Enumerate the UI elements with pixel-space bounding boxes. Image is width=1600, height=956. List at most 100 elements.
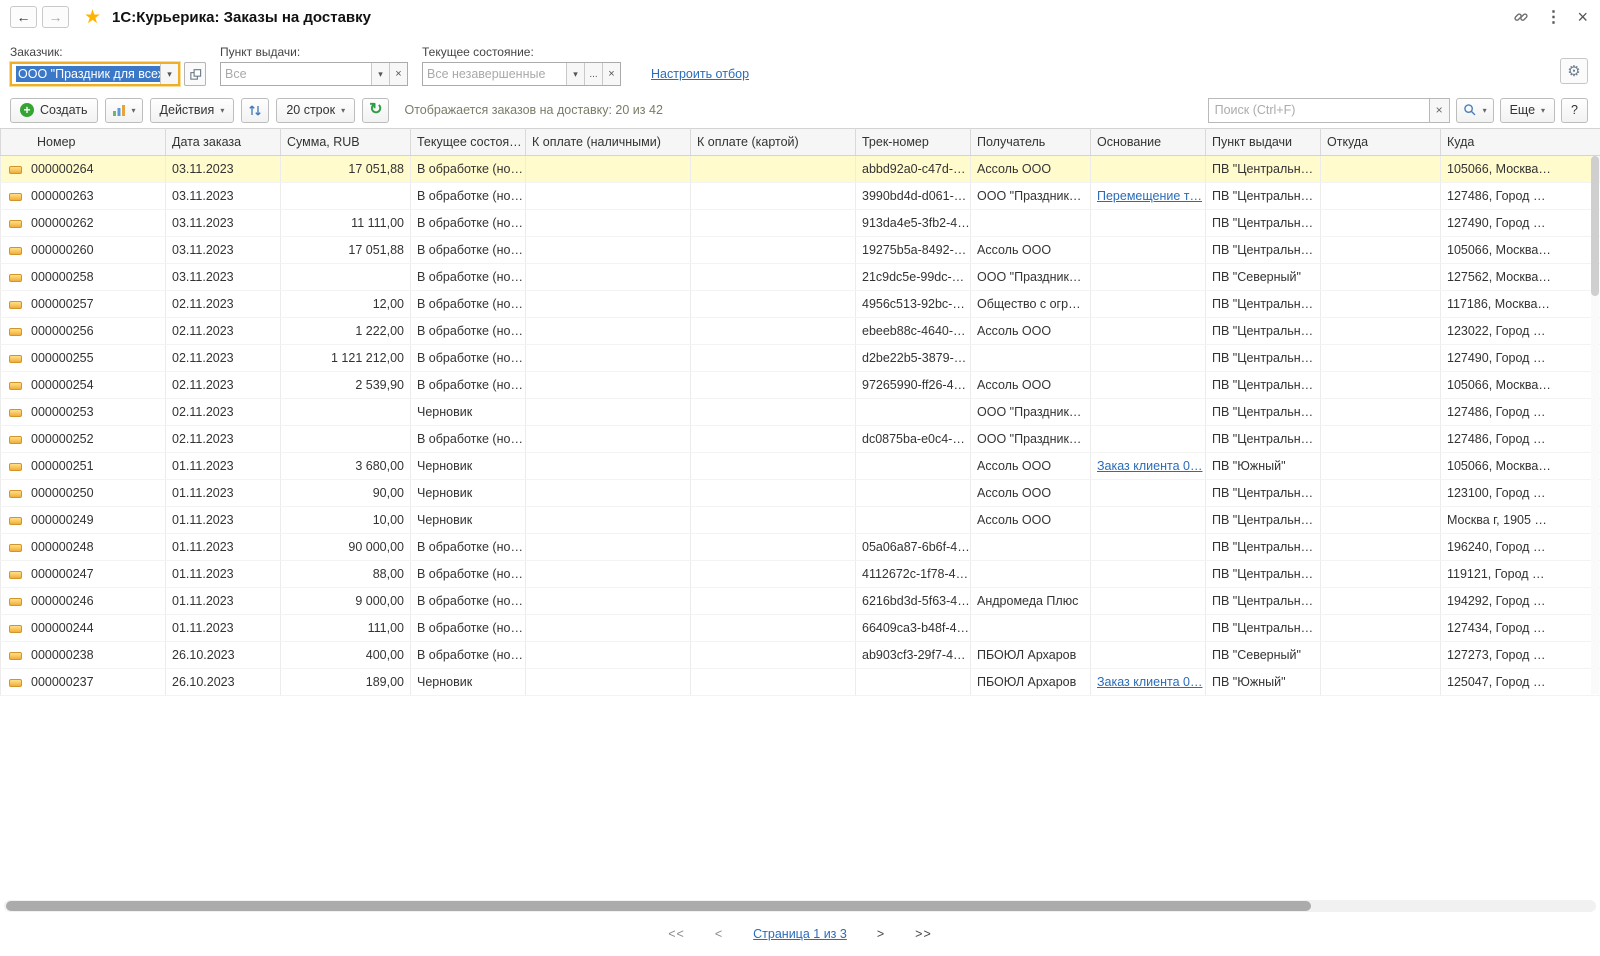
cell-basis[interactable]: Перемещение т… (1090, 182, 1206, 210)
cell-pickup[interactable]: ПВ "Центральн… (1205, 290, 1321, 318)
cell-state[interactable]: В обработке (но… (410, 317, 526, 345)
cell-cash[interactable] (525, 236, 691, 264)
cell-cash[interactable] (525, 479, 691, 507)
cell-from[interactable] (1320, 263, 1441, 291)
cell-basis[interactable] (1090, 371, 1206, 399)
cell-number[interactable]: 000000262 (0, 209, 166, 237)
cell-track[interactable] (855, 398, 971, 426)
table-row[interactable]: 000000244 01.11.2023 111,00 В обработке (но… (0, 614, 1600, 642)
cell-sum[interactable]: 17 051,88 (280, 236, 411, 264)
vertical-scrollbar-thumb[interactable] (1591, 156, 1599, 296)
cell-card[interactable] (690, 398, 856, 426)
cell-from[interactable] (1320, 479, 1441, 507)
cell-pickup[interactable]: ПВ "Центральн… (1205, 506, 1321, 534)
table-row[interactable]: 000000254 02.11.2023 2 539,90 В обработке (… (0, 371, 1600, 399)
actions-button[interactable]: Действия ▾ (149, 97, 235, 123)
cell-basis[interactable] (1090, 155, 1206, 183)
cell-track[interactable]: abbd92a0-c47d-… (855, 155, 971, 183)
customer-dropdown-icon[interactable]: ▾ (160, 64, 178, 84)
state-choose-icon[interactable]: ... (584, 63, 602, 85)
column-header[interactable]: Основание (1090, 128, 1206, 156)
cell-sum[interactable]: 111,00 (280, 614, 411, 642)
cell-basis[interactable] (1090, 290, 1206, 318)
table-row[interactable]: 000000255 02.11.2023 1 121 212,00 В обработ… (0, 344, 1600, 372)
cell-number[interactable]: 000000257 (0, 290, 166, 318)
cell-recipient[interactable] (970, 560, 1091, 588)
page-next-button[interactable]: > (877, 927, 885, 941)
cell-date[interactable]: 01.11.2023 (165, 506, 281, 534)
column-header[interactable]: Куда (1440, 128, 1600, 156)
cell-cash[interactable] (525, 668, 691, 696)
cell-number[interactable]: 000000258 (0, 263, 166, 291)
cell-sum[interactable]: 400,00 (280, 641, 411, 669)
cell-date[interactable]: 26.10.2023 (165, 668, 281, 696)
cell-cash[interactable] (525, 371, 691, 399)
cell-pickup[interactable]: ПВ "Северный" (1205, 263, 1321, 291)
cell-state[interactable]: Черновик (410, 452, 526, 480)
cell-to[interactable]: 105066, Москва… (1440, 371, 1600, 399)
cell-from[interactable] (1320, 371, 1441, 399)
cell-cash[interactable] (525, 155, 691, 183)
cell-pickup[interactable]: ПВ "Центральн… (1205, 155, 1321, 183)
cell-pickup[interactable]: ПВ "Центральн… (1205, 182, 1321, 210)
cell-number[interactable]: 000000249 (0, 506, 166, 534)
cell-state[interactable]: Черновик (410, 398, 526, 426)
cell-date[interactable]: 03.11.2023 (165, 209, 281, 237)
cell-track[interactable]: dc0875ba-e0c4-… (855, 425, 971, 453)
cell-from[interactable] (1320, 452, 1441, 480)
cell-to[interactable]: 127490, Город … (1440, 344, 1600, 372)
cell-from[interactable] (1320, 317, 1441, 345)
get-link-icon[interactable] (1513, 9, 1529, 25)
cell-state[interactable]: В обработке (но… (410, 290, 526, 318)
cell-basis[interactable] (1090, 236, 1206, 264)
horizontal-scrollbar[interactable] (4, 900, 1596, 912)
cell-from[interactable] (1320, 182, 1441, 210)
cell-track[interactable]: d2be22b5-3879-… (855, 344, 971, 372)
cell-sum[interactable]: 189,00 (280, 668, 411, 696)
settings-gear-button[interactable]: ⚙ (1560, 58, 1588, 84)
cell-pickup[interactable]: ПВ "Центральн… (1205, 560, 1321, 588)
cell-to[interactable]: 125047, Город … (1440, 668, 1600, 696)
cell-cash[interactable] (525, 425, 691, 453)
cell-basis[interactable] (1090, 614, 1206, 642)
cell-to[interactable]: 196240, Город … (1440, 533, 1600, 561)
cell-cash[interactable] (525, 344, 691, 372)
cell-date[interactable]: 02.11.2023 (165, 290, 281, 318)
configure-list-button[interactable] (241, 97, 270, 123)
cell-recipient[interactable]: ООО "Праздник… (970, 182, 1091, 210)
cell-to[interactable]: 127273, Город … (1440, 641, 1600, 669)
cell-cash[interactable] (525, 614, 691, 642)
cell-state[interactable]: Черновик (410, 668, 526, 696)
table-row[interactable]: 000000256 02.11.2023 1 222,00 В обработке (… (0, 317, 1600, 345)
cell-state[interactable]: В обработке (но… (410, 236, 526, 264)
cell-date[interactable]: 01.11.2023 (165, 560, 281, 588)
cell-sum[interactable]: 1 121 212,00 (280, 344, 411, 372)
create-button[interactable]: + Создать (10, 97, 98, 123)
cell-number[interactable]: 000000252 (0, 425, 166, 453)
cell-cash[interactable] (525, 452, 691, 480)
cell-to[interactable]: 105066, Москва… (1440, 452, 1600, 480)
cell-recipient[interactable]: Ассоль ООО (970, 506, 1091, 534)
cell-card[interactable] (690, 614, 856, 642)
cell-card[interactable] (690, 452, 856, 480)
state-input[interactable]: Все незавершенные ▾ ... × (422, 62, 621, 86)
table-row[interactable]: 000000264 03.11.2023 17 051,88 В обработке … (0, 155, 1600, 183)
cell-track[interactable]: 4956c513-92bc-… (855, 290, 971, 318)
cell-from[interactable] (1320, 533, 1441, 561)
cell-to[interactable]: 127562, Москва… (1440, 263, 1600, 291)
cell-date[interactable]: 03.11.2023 (165, 155, 281, 183)
cell-cash[interactable] (525, 290, 691, 318)
cell-pickup[interactable]: ПВ "Центральн… (1205, 425, 1321, 453)
cell-from[interactable] (1320, 641, 1441, 669)
cell-from[interactable] (1320, 344, 1441, 372)
cell-card[interactable] (690, 533, 856, 561)
cell-sum[interactable]: 90 000,00 (280, 533, 411, 561)
cell-recipient[interactable] (970, 344, 1091, 372)
cell-sum[interactable]: 12,00 (280, 290, 411, 318)
cell-track[interactable]: 66409ca3-b48f-4… (855, 614, 971, 642)
cell-basis[interactable] (1090, 344, 1206, 372)
cell-sum[interactable]: 1 222,00 (280, 317, 411, 345)
cell-to[interactable]: 127486, Город … (1440, 398, 1600, 426)
cell-to[interactable]: 119121, Город … (1440, 560, 1600, 588)
column-header[interactable]: Номер (0, 128, 166, 156)
